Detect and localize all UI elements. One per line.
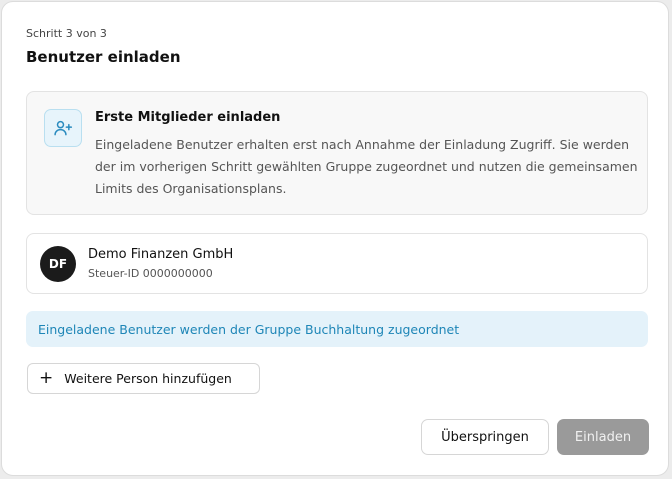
company-name: Demo Finanzen GmbH	[88, 247, 234, 262]
invite-dialog: Schritt 3 von 3 Benutzer einladen Erste …	[1, 1, 669, 476]
add-person-label: Weitere Person hinzufügen	[64, 371, 232, 386]
info-description: Eingeladene Benutzer erhalten erst nach …	[95, 137, 638, 196]
skip-button[interactable]: Überspringen	[421, 419, 549, 455]
dialog-title: Benutzer einladen	[26, 48, 181, 66]
company-card: DF Demo Finanzen GmbH Steuer-ID 00000000…	[26, 233, 648, 294]
add-person-button[interactable]: + Weitere Person hinzufügen	[27, 363, 260, 394]
user-plus-icon	[44, 109, 82, 147]
company-avatar: DF	[40, 246, 76, 282]
info-card: Erste Mitglieder einladen Eingeladene Be…	[26, 91, 648, 215]
plus-icon: +	[39, 368, 54, 388]
info-title: Erste Mitglieder einladen	[95, 110, 281, 125]
invite-button[interactable]: Einladen	[557, 419, 649, 455]
step-indicator: Schritt 3 von 3	[26, 27, 107, 40]
group-assignment-notice: Eingeladene Benutzer werden der Gruppe B…	[26, 311, 648, 347]
company-tax-id: Steuer-ID 0000000000	[88, 267, 213, 280]
